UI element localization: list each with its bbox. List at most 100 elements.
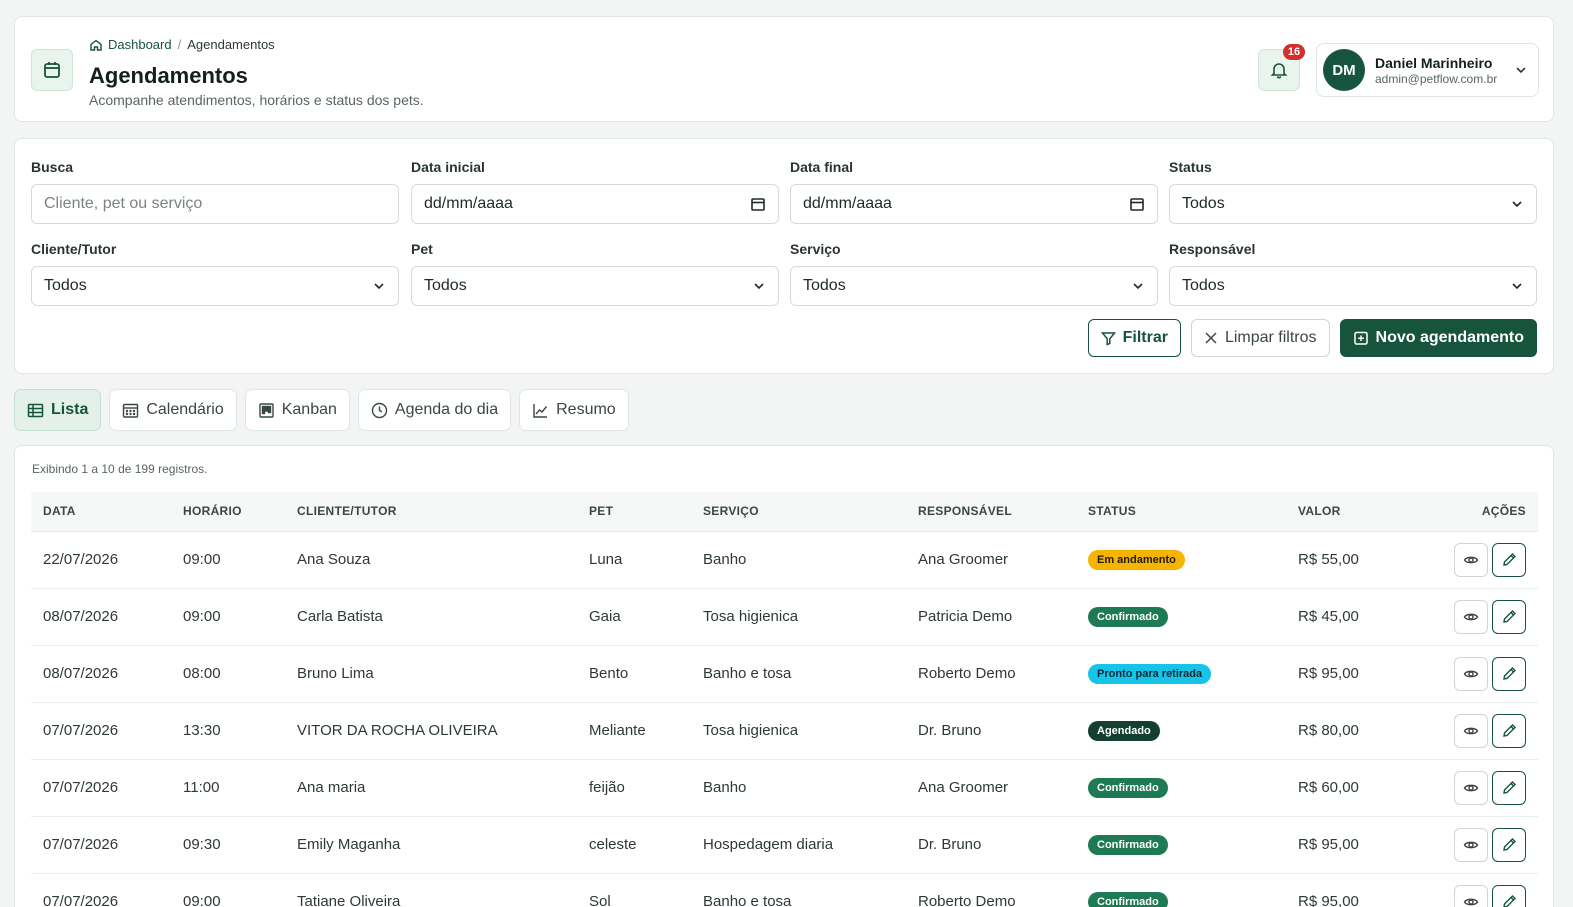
new-appointment-button[interactable]: Novo agendamento: [1339, 319, 1537, 357]
clear-filters-label: Limpar filtros: [1224, 329, 1317, 346]
chevron-down-icon: [1512, 283, 1522, 290]
edit-button[interactable]: [1492, 656, 1526, 691]
eye-icon: [1463, 613, 1479, 620]
column-header-responsavel[interactable]: RESPONSÁVEL: [906, 492, 1076, 532]
pet-select[interactable]: Todos: [411, 266, 779, 306]
tab-agenda-do-dia[interactable]: Agenda do dia: [357, 389, 512, 431]
breadcrumb-dashboard-link[interactable]: Dashboard: [89, 37, 172, 52]
table-row: 07/07/2026 13:30 VITOR DA ROCHA OLIVEIRA Me…: [31, 702, 1538, 760]
edit-button[interactable]: [1492, 713, 1526, 748]
page-title: Agendamentos: [89, 63, 248, 88]
pet-select-value: Todos: [424, 277, 467, 294]
view-button[interactable]: [1454, 770, 1488, 805]
tab-kanban-label: Kanban: [281, 401, 337, 418]
pencil-icon: [1502, 838, 1516, 851]
view-button[interactable]: [1454, 542, 1488, 577]
status-badge: Confirmado: [1088, 891, 1168, 907]
page-subtitle: Acompanhe atendimentos, horários e statu…: [89, 92, 424, 108]
edit-button[interactable]: [1492, 599, 1526, 634]
pencil-icon: [1502, 724, 1516, 737]
cell-actions: [1416, 873, 1538, 907]
start-date-value: dd/mm/aaaa: [424, 195, 513, 212]
pencil-icon: [1502, 553, 1516, 566]
cell-actions: [1416, 531, 1538, 589]
column-header-servico[interactable]: SERVIÇO: [691, 492, 906, 532]
chevron-down-icon: [374, 283, 384, 290]
table-row: 07/07/2026 09:00 Tatiane Oliveira Sol Banho …: [31, 873, 1538, 907]
search-placeholder: Cliente, pet ou serviço: [44, 195, 203, 212]
cell-status: Em andamento: [1076, 531, 1286, 589]
view-button[interactable]: [1454, 656, 1488, 691]
tab-kanban[interactable]: Kanban: [244, 389, 350, 431]
view-button[interactable]: [1454, 713, 1488, 748]
cell-cliente: Emily Maganha: [285, 816, 577, 874]
column-header-valor[interactable]: VALOR: [1286, 492, 1416, 532]
notification-count-badge: 16: [1283, 44, 1305, 60]
chevron-down-icon: [1516, 67, 1526, 74]
client-select[interactable]: Todos: [31, 266, 399, 306]
edit-button[interactable]: [1492, 542, 1526, 577]
cell-valor: R$ 55,00: [1286, 531, 1416, 589]
edit-button[interactable]: [1492, 770, 1526, 805]
edit-button[interactable]: [1492, 827, 1526, 862]
breadcrumb-home-label: Dashboard: [108, 37, 172, 52]
service-select[interactable]: Todos: [790, 266, 1158, 306]
column-header-pet[interactable]: PET: [577, 492, 691, 532]
cell-actions: [1416, 816, 1538, 874]
chart-line-icon: [533, 403, 548, 418]
edit-button[interactable]: [1492, 884, 1526, 907]
view-button[interactable]: [1454, 599, 1488, 634]
filter-button[interactable]: Filtrar: [1087, 319, 1181, 357]
start-date-label: Data inicial: [411, 159, 485, 175]
pencil-icon: [1502, 895, 1516, 907]
cell-responsavel: Patricia Demo: [906, 588, 1076, 646]
clear-filters-button[interactable]: Limpar filtros: [1190, 319, 1330, 357]
calendar-icon[interactable]: [1129, 196, 1145, 212]
end-date-input[interactable]: dd/mm/aaaa: [790, 184, 1158, 224]
table-row: 07/07/2026 09:30 Emily Maganha celeste Hospe…: [31, 816, 1538, 874]
view-button[interactable]: [1454, 827, 1488, 862]
cell-responsavel: Ana Groomer: [906, 531, 1076, 589]
cell-pet: Sol: [577, 873, 691, 907]
cell-actions: [1416, 702, 1538, 760]
pencil-icon: [1502, 610, 1516, 623]
responsible-select[interactable]: Todos: [1169, 266, 1537, 306]
end-date-label: Data final: [790, 159, 854, 175]
cell-valor: R$ 60,00: [1286, 759, 1416, 817]
cell-status: Agendado: [1076, 702, 1286, 760]
client-label: Cliente/Tutor: [31, 241, 117, 257]
cell-status: Confirmado: [1076, 816, 1286, 874]
column-header-data[interactable]: DATA: [31, 492, 171, 532]
status-label: Status: [1169, 159, 1212, 175]
status-select[interactable]: Todos: [1169, 184, 1537, 224]
tab-resumo[interactable]: Resumo: [519, 389, 629, 431]
calendar-icon[interactable]: [750, 196, 766, 212]
search-input[interactable]: Cliente, pet ou serviço: [31, 184, 399, 224]
notifications-button[interactable]: 16: [1258, 44, 1305, 91]
appointments-table: DATA HORÁRIO CLIENTE/TUTOR PET SERVIÇO R…: [31, 492, 1538, 907]
cell-data: 07/07/2026: [31, 702, 171, 760]
chevron-down-icon: [1512, 201, 1522, 208]
cell-cliente: VITOR DA ROCHA OLIVEIRA: [285, 702, 577, 760]
status-badge: Pronto para retirada: [1088, 663, 1212, 684]
client-select-value: Todos: [44, 277, 87, 294]
cell-servico: Banho e tosa: [691, 873, 906, 907]
cell-horario: 09:00: [171, 873, 285, 907]
status-badge: Em andamento: [1088, 549, 1185, 570]
calendar-icon: [31, 49, 73, 91]
pencil-icon: [1502, 667, 1516, 680]
cell-servico: Banho: [691, 759, 906, 817]
start-date-input[interactable]: dd/mm/aaaa: [411, 184, 779, 224]
cell-servico: Hospedagem diaria: [691, 816, 906, 874]
column-header-status[interactable]: STATUS: [1076, 492, 1286, 532]
view-button[interactable]: [1454, 884, 1488, 907]
column-header-horario[interactable]: HORÁRIO: [171, 492, 285, 532]
tab-calendario[interactable]: Calendário: [109, 389, 237, 431]
cell-servico: Tosa higienica: [691, 702, 906, 760]
cell-actions: [1416, 645, 1538, 703]
user-menu[interactable]: DM Daniel Marinheiro admin@petflow.com.b…: [1316, 43, 1539, 97]
cell-cliente: Ana Souza: [285, 531, 577, 589]
pet-label: Pet: [411, 241, 433, 257]
column-header-cliente[interactable]: CLIENTE/TUTOR: [285, 492, 577, 532]
tab-lista[interactable]: Lista: [14, 389, 102, 431]
